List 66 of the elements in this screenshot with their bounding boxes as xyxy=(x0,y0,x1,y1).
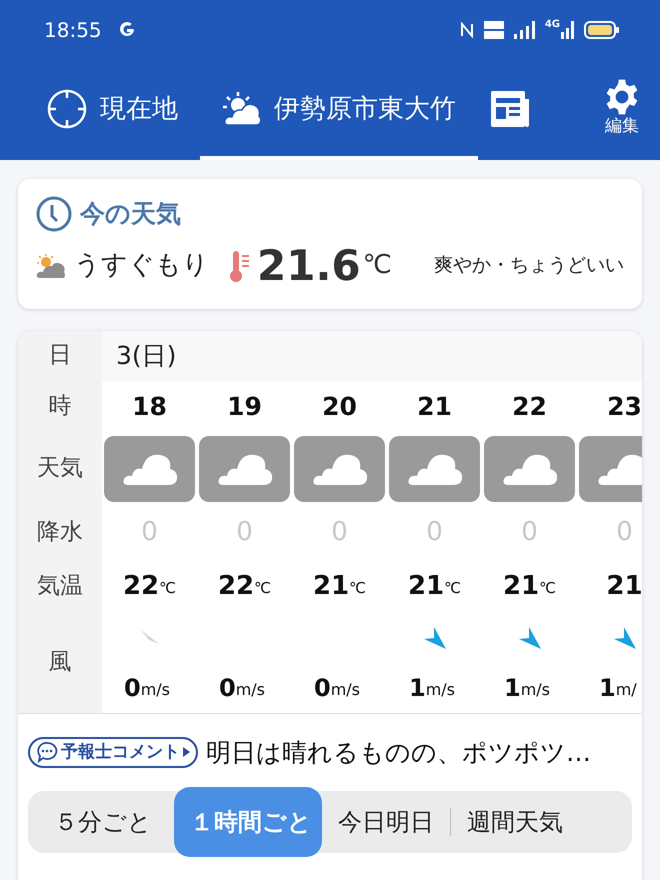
temperature-value: 21 xyxy=(312,570,350,603)
wind-speed-unit: m/ xyxy=(616,678,637,700)
row-label: 天気 xyxy=(37,454,83,484)
row-label: 降水 xyxy=(37,518,83,548)
temperature-value: 21 xyxy=(606,570,642,603)
comment-text: 明日は晴れるものの、ポツポツ… xyxy=(206,736,591,768)
wind-speed-value: 0 xyxy=(219,672,236,704)
thermometer-icon xyxy=(229,248,251,282)
location-tab[interactable]: 現在地 xyxy=(0,60,200,160)
battery-icon xyxy=(584,20,620,40)
clock-time: 18:55 xyxy=(44,17,102,44)
row-label: 風 xyxy=(48,648,72,678)
comfort-label: 爽やか・ちょうどいい xyxy=(434,253,624,278)
wind-arrow-icon xyxy=(516,624,542,650)
speech-bubble-icon xyxy=(36,741,58,764)
date-label: 3(日) xyxy=(116,340,176,372)
triangle-icon xyxy=(183,747,190,758)
hour-label: 23 xyxy=(607,390,642,423)
wind-speed-value: 0 xyxy=(314,672,331,704)
forecaster-comment-button[interactable]: 予報士コメント xyxy=(28,736,198,768)
temperature-unit: ℃ xyxy=(159,578,176,600)
newspaper-icon xyxy=(490,89,530,129)
wind-arrow-icon xyxy=(422,624,448,650)
condition-label: うすぐもり xyxy=(74,249,209,282)
temperature-unit: ℃ xyxy=(444,578,462,600)
temperature-unit: ℃ xyxy=(349,578,366,600)
signal-icon xyxy=(512,20,537,40)
temperature-value: 22 xyxy=(122,570,160,603)
hour-label: 20 xyxy=(322,390,357,423)
segment-tab[interactable]: ５分ごと xyxy=(28,787,174,857)
crosshair-icon xyxy=(46,88,88,130)
sun-cloud-icon xyxy=(36,252,66,278)
wind-speed-value: 1 xyxy=(409,672,426,704)
nfc-icon xyxy=(458,22,475,38)
network-label: 4G xyxy=(544,20,560,30)
temperature-unit: ℃ xyxy=(362,249,392,282)
wind-speed-value: 1 xyxy=(504,672,521,704)
sun-cloud-icon xyxy=(222,91,262,127)
wind-speed-unit: m/s xyxy=(520,678,550,700)
hour-label: 21 xyxy=(417,390,452,423)
segment-tab[interactable]: 今日明日 xyxy=(322,787,450,857)
temperature-value: 21.6 xyxy=(257,244,361,286)
wind-speed-unit: m/s xyxy=(330,678,360,700)
wind-speed-unit: m/s xyxy=(236,678,266,700)
wind-arrow-icon xyxy=(612,624,638,650)
hour-label: 19 xyxy=(227,390,262,423)
wind-speed-unit: m/s xyxy=(426,678,456,700)
temperature-unit: ℃ xyxy=(254,578,272,600)
signal-icon xyxy=(560,20,576,40)
location-tab[interactable]: 伊勢原市東大竹 xyxy=(200,60,478,160)
wind-speed-unit: m/s xyxy=(140,678,170,700)
temperature-value: 22 xyxy=(218,570,254,603)
temperature-value: 21 xyxy=(502,570,540,603)
section-title: 今の天気 xyxy=(80,198,181,230)
row-label: 気温 xyxy=(37,572,83,602)
hour-label: 18 xyxy=(132,390,167,423)
row-label: 時 xyxy=(48,392,72,422)
hour-label: 22 xyxy=(512,390,547,423)
row-label: 日 xyxy=(48,341,72,370)
temperature-unit: ℃ xyxy=(539,578,556,600)
temperature-value: 21 xyxy=(408,570,444,603)
segment-tab[interactable]: 週間天気 xyxy=(451,787,579,857)
wind-speed-value: 1 xyxy=(599,672,616,704)
google-icon xyxy=(118,21,136,39)
clock-icon xyxy=(36,196,72,232)
wind-speed-value: 0 xyxy=(124,672,141,704)
